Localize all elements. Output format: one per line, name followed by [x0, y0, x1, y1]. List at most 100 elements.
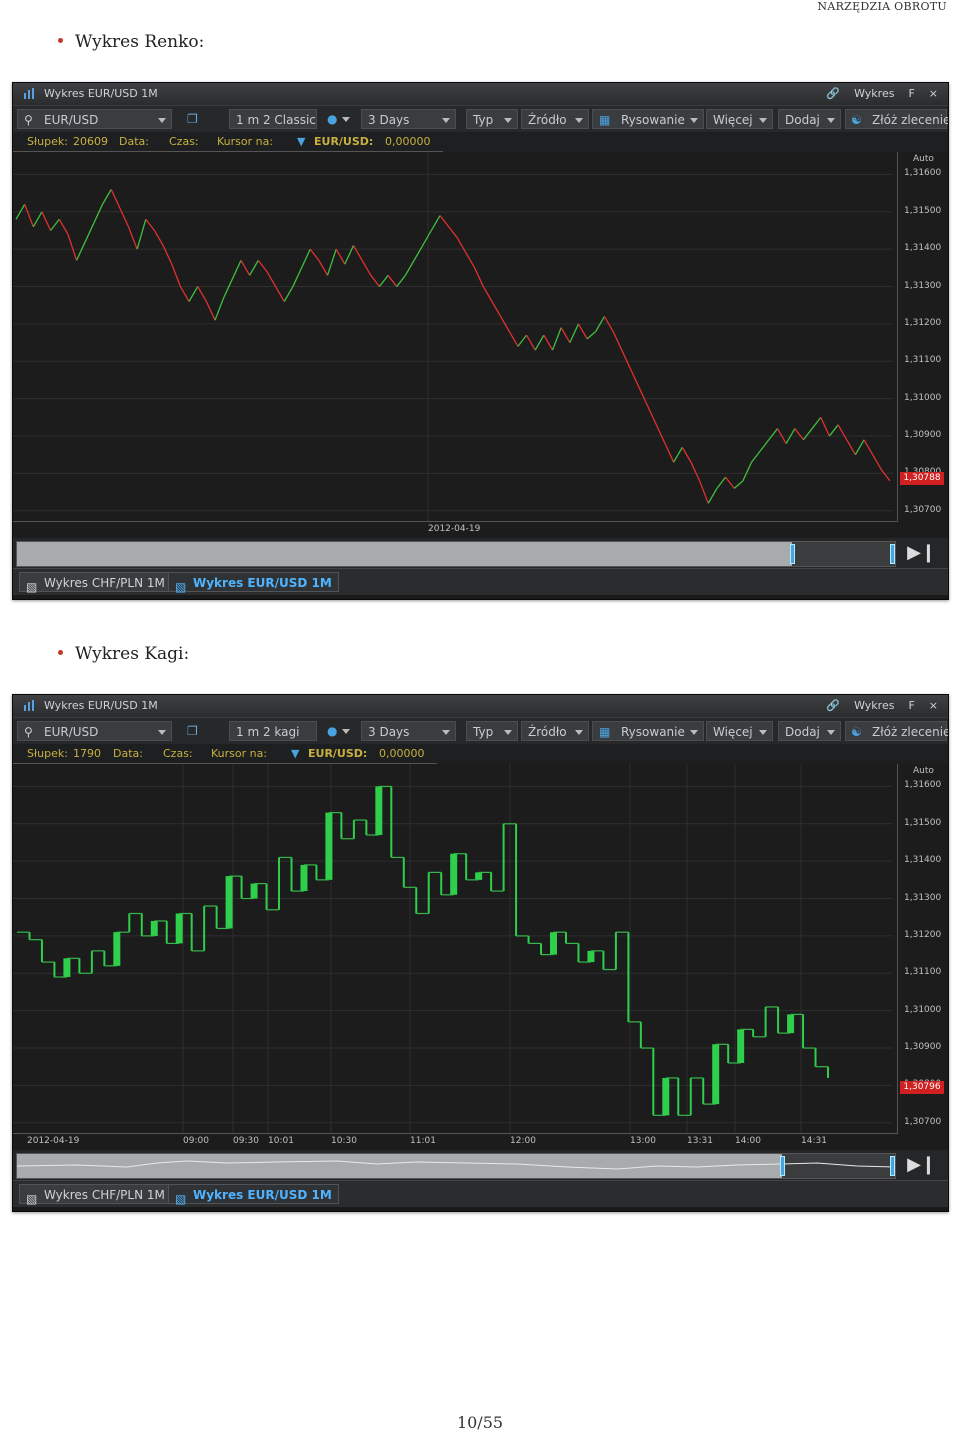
slupek-label: Słupek: [27, 747, 68, 760]
renko-segment [846, 439, 856, 456]
close-icon[interactable]: × [929, 87, 938, 100]
zlecenie-button[interactable]: ☯ Złóż zlecenie [845, 109, 948, 129]
price-tick-label: 1,30900 [904, 430, 942, 441]
renko-segment [699, 480, 709, 504]
rysowanie-button[interactable]: ▦ Rysowanie [592, 109, 704, 129]
wiecej-button[interactable]: Więcej [706, 721, 773, 741]
renko-chart[interactable] [13, 152, 898, 522]
link-icon[interactable]: 🔗 [826, 87, 840, 100]
axis-auto-label[interactable]: Auto [913, 154, 934, 164]
window-type-label[interactable]: Wykres [854, 87, 894, 100]
renko-segment [448, 226, 458, 239]
skip-end-icon[interactable]: ▶❙ [907, 1154, 936, 1175]
float-button[interactable]: F [908, 699, 914, 712]
period-select[interactable]: 3 Days [361, 109, 456, 129]
float-button[interactable]: F [908, 87, 914, 100]
time-tick-label: 09:30 [233, 1136, 259, 1146]
navigator-track[interactable] [16, 541, 896, 567]
renko-segment [318, 260, 329, 276]
dodaj-button[interactable]: Dodaj [778, 109, 841, 129]
chart-area[interactable]: Auto 1,31600 1,31500 1,31400 1,31300 1,31200… [13, 152, 948, 538]
tab-eur-usd[interactable]: ▧ Wykres EUR/USD 1M [168, 572, 339, 594]
navigator-left-handle[interactable] [790, 544, 795, 564]
navigator-left-handle[interactable] [780, 1156, 785, 1176]
renko-segment [465, 252, 476, 269]
slupek-value: 1790 [73, 747, 101, 760]
handshake-icon: ☯ [851, 113, 862, 127]
chart-type-select[interactable]: 1 m 2 kagi [229, 721, 317, 741]
renko-segment [768, 428, 779, 441]
chart-tab-icon: ▧ [175, 1192, 187, 1206]
time-axis: 2012-04-19 [13, 521, 898, 538]
renko-segment [759, 439, 770, 452]
navigator-right-handle[interactable] [890, 544, 895, 564]
price-tick-label: 1,31400 [904, 855, 942, 866]
price-tick-label: 1,31000 [904, 392, 942, 403]
chart-window-icon [24, 700, 34, 711]
renko-segment [586, 330, 597, 340]
renko-segment [725, 476, 735, 489]
navigator-selection[interactable] [17, 542, 792, 566]
tab-chf-pln[interactable]: ▧ Wykres CHF/PLN 1M [19, 1184, 172, 1206]
copy-icon[interactable]: ❐ [181, 109, 203, 129]
renko-segment [430, 215, 441, 231]
price-axis[interactable]: Auto 1,31600 1,31500 1,31400 1,31300 1,31200… [897, 152, 948, 538]
typ-button[interactable]: Typ [466, 109, 518, 129]
dodaj-button[interactable]: Dodaj [778, 721, 841, 741]
price-tick-label: 1,31000 [904, 1004, 942, 1015]
price-tick-label: 1,30900 [904, 1042, 942, 1053]
period-select[interactable]: 3 Days [361, 721, 456, 741]
globe-icon[interactable]: ● [321, 109, 355, 129]
window-tabs: ▧ Wykres CHF/PLN 1M ▧ Wykres EUR/USD 1M [13, 568, 948, 595]
window-tabs: ▧ Wykres CHF/PLN 1M ▧ Wykres EUR/USD 1M [13, 1180, 948, 1207]
bullet-kagi-label: Wykres Kagi: [75, 644, 190, 664]
dropdown-arrow-icon[interactable]: ▼ [297, 135, 305, 148]
renko-segment [491, 301, 502, 317]
renko-segment [517, 334, 528, 347]
rysowanie-button[interactable]: ▦ Rysowanie [592, 721, 704, 741]
chart-area[interactable]: Auto 1,31600 1,31500 1,31400 1,31300 1,31200… [13, 764, 948, 1150]
time-tick-label: 2012-04-19 [428, 524, 481, 534]
navigator-overview [17, 1154, 895, 1178]
time-tick-label: 14:31 [801, 1136, 827, 1146]
zrodlo-button[interactable]: Źródło [521, 109, 589, 129]
globe-icon[interactable]: ● [321, 721, 355, 741]
link-icon[interactable]: 🔗 [826, 699, 840, 712]
typ-button[interactable]: Typ [466, 721, 518, 741]
axis-auto-label[interactable]: Auto [913, 766, 934, 776]
window-type-label[interactable]: Wykres [854, 699, 894, 712]
tab-chf-pln[interactable]: ▧ Wykres CHF/PLN 1M [19, 572, 172, 594]
wiecej-button[interactable]: Więcej [706, 109, 773, 129]
zlecenie-button[interactable]: ☯ Złóż zlecenie [845, 721, 948, 741]
zrodlo-button[interactable]: Źródło [521, 721, 589, 741]
price-tick-label: 1,31200 [904, 317, 942, 328]
renko-segment [344, 245, 355, 265]
symbol-select[interactable]: ⚲ EUR/USD [17, 109, 172, 129]
renko-segment [292, 267, 303, 287]
renko-segment [742, 461, 753, 482]
navigator-track[interactable] [16, 1153, 896, 1179]
time-tick-label: 13:31 [687, 1136, 713, 1146]
renko-segment [664, 443, 675, 463]
renko-segment [854, 439, 865, 456]
price-axis[interactable]: Auto 1,31600 1,31500 1,31400 1,31300 1,31200… [897, 764, 948, 1150]
skip-end-icon[interactable]: ▶❙ [907, 542, 936, 563]
tab-eur-usd[interactable]: ▧ Wykres EUR/USD 1M [168, 1184, 339, 1206]
chart-tab-icon: ▧ [26, 580, 38, 594]
symbol-select[interactable]: ⚲ EUR/USD [17, 721, 172, 741]
dropdown-arrow-icon[interactable]: ▼ [291, 747, 299, 760]
copy-icon[interactable]: ❐ [181, 721, 203, 741]
time-tick-label: 09:00 [183, 1136, 209, 1146]
close-icon[interactable]: × [929, 699, 938, 712]
kagi-chart[interactable] [13, 764, 898, 1134]
renko-segment [335, 248, 346, 265]
pair-label: EUR/USD: [314, 135, 374, 148]
chart-type-select[interactable]: 1 m 2 Classic [229, 109, 317, 129]
time-axis: 2012-04-19 09:00 09:30 10:01 10:30 11:01 12:00… [13, 1133, 898, 1150]
bullet-renko: Wykres Renko: [58, 32, 204, 52]
renko-segment [647, 405, 657, 426]
renko-segment [309, 248, 320, 261]
price-tick-label: 1,31300 [904, 280, 942, 291]
navigator-right-handle[interactable] [890, 1156, 895, 1176]
tab-chf-pln-label: Wykres CHF/PLN 1M [44, 576, 165, 590]
